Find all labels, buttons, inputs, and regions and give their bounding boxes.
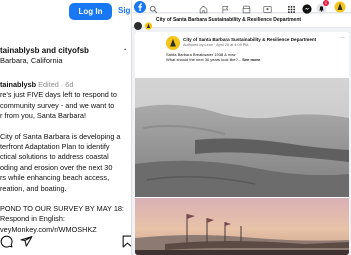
caption-line: rs while enhancing beach access, <box>0 173 110 183</box>
post-actions <box>0 235 131 251</box>
breakwater-1938-photo[interactable] <box>135 78 349 197</box>
caption-username[interactable]: tainablysb <box>0 80 36 89</box>
caption-line: ctical solutions to address coastal <box>0 152 109 162</box>
notification-badge: 1 <box>323 0 329 6</box>
post-page-name[interactable]: City of Santa Barbara Sustainability & R… <box>183 37 316 42</box>
instagram-pane: Log In Sig tainablysb and cityofsb Barba… <box>0 0 131 255</box>
caption-line: City of Santa Barbara is developing a <box>0 131 121 141</box>
see-more-link[interactable]: See more <box>242 57 260 62</box>
post-text: Santa Barbara Breakwater 1938 & now What… <box>166 52 260 62</box>
survey-link[interactable]: veyMonkey.com/r/WMOSHKZ <box>0 225 97 234</box>
comment-icon[interactable] <box>0 235 13 253</box>
caption-meta: Edited · 6d <box>38 80 74 89</box>
post-caption: tainablysb Edited · 6d re's just FIVE da… <box>0 80 131 235</box>
post-location[interactable]: Barbara, California <box>0 56 131 66</box>
post-options-button[interactable]: ··· <box>339 35 345 41</box>
bookmark-icon[interactable] <box>122 235 131 253</box>
facebook-top-nav: 1 <box>132 0 351 14</box>
caption-line: oding and erosion over the next 30 <box>0 162 113 172</box>
post-accounts[interactable]: tainablysb and cityofsb <box>0 46 131 56</box>
post-header: tainablysb and cityofsb Barbara, Califor… <box>0 46 131 66</box>
post-text-line: What should the next 30 years look like?… <box>166 57 242 62</box>
post-options-button[interactable]: · <box>124 45 127 54</box>
page-header-bar: City of Santa Barbara Sustainability & R… <box>132 14 351 30</box>
post-meta: Authored by Leon · April 28 at 4:09 PM · <box>183 43 251 47</box>
caption-line: POND TO OUR SURVEY BY MAY 18: <box>0 204 124 214</box>
page-title[interactable]: City of Santa Barbara Sustainability & R… <box>156 17 301 23</box>
share-icon[interactable] <box>20 235 33 253</box>
breakwater-now-photo[interactable] <box>135 198 349 255</box>
caption-line: Respond in English: <box>0 214 65 224</box>
facebook-post: City of Santa Barbara Sustainability & R… <box>135 32 349 255</box>
caption-line: reation, and boating. <box>0 183 67 193</box>
login-button[interactable]: Log In <box>69 3 112 20</box>
caption-line: terfront Adaptation Plan to identify <box>0 142 110 152</box>
caption-line: r from you, Santa Barbara! <box>0 111 86 121</box>
caption-line: re's just FIVE days left to respond to <box>0 90 117 100</box>
facebook-pane: 1 City of Santa Barbara Sustainability &… <box>131 0 351 255</box>
signup-link[interactable]: Sig <box>118 6 130 15</box>
caption-line: community survey - and we want to <box>0 100 115 110</box>
